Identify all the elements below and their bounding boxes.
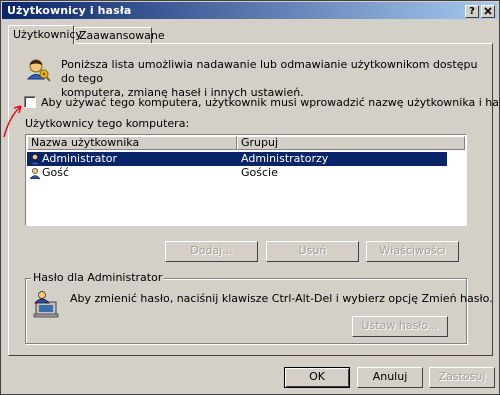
ok-button[interactable]: OK [284,367,350,388]
user-icon [29,154,41,165]
title-bar[interactable]: Użytkownicy i hasła ? [2,2,498,19]
users-key-icon [26,59,51,82]
close-button[interactable] [481,5,495,18]
cell-username: Gość [42,166,70,179]
users-section-label: Użytkownicy tego komputera: [25,117,190,130]
set-password-button[interactable]: Ustaw hasło... [352,316,448,337]
add-user-button[interactable]: Dodaj... [165,241,258,262]
cell-group: Goście [241,166,278,179]
close-icon [484,7,492,15]
tab-advanced[interactable]: Zaawansowane [74,27,165,43]
remove-user-button[interactable]: Usuń [266,241,359,262]
apply-button[interactable]: Zastosuj [429,367,495,388]
users-passwords-dialog: Użytkownicy i hasła ? Użytkownicy Zaawan… [0,0,500,395]
cell-username: Administrator [42,152,117,165]
properties-button[interactable]: Właściwości [366,241,459,262]
intro-text: Poniższa lista umożliwia nadawanie lub o… [61,58,481,100]
users-list[interactable]: Nazwa użytkownika Grupuj Administrator A… [25,134,467,226]
column-header-group[interactable]: Grupuj [237,136,465,150]
user-icon [29,168,41,179]
help-button[interactable]: ? [465,5,479,18]
table-row-administrator[interactable]: Administrator Administratorzy [27,152,447,166]
password-group-title: Hasło dla Administrator [31,271,165,284]
column-header-username[interactable]: Nazwa użytkownika [27,136,237,150]
window-title: Użytkownicy i hasła [7,4,132,17]
require-login-label[interactable]: Aby używać tego komputera, użytkownik mu… [41,96,500,109]
cell-group: Administratorzy [241,152,329,165]
tab-users[interactable]: Użytkownicy [8,25,82,44]
computer-user-icon [33,291,59,318]
red-arrow-annotation [3,105,22,138]
intro-line-1: Poniższa lista umożliwia nadawanie lub o… [61,58,478,85]
password-help-text: Aby zmienić hasło, naciśnij klawisze Ctr… [70,292,493,305]
cancel-button[interactable]: Anuluj [357,367,423,388]
table-row-guest[interactable]: Gość Goście [27,166,447,180]
